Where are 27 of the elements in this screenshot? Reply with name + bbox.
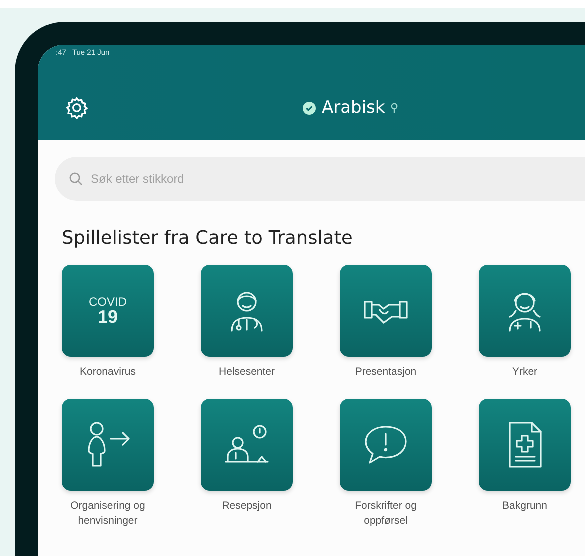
tile-label: Koronavirus — [78, 365, 138, 380]
check-circle-icon — [303, 102, 316, 114]
speech-bubble-icon — [363, 423, 409, 467]
section-title: Spillelister fra Care to Translate — [62, 228, 354, 249]
category-tile[interactable] — [201, 399, 293, 491]
category-tile[interactable] — [479, 399, 571, 491]
category-tile[interactable] — [340, 265, 432, 357]
tile-label: Presentasjon — [354, 365, 418, 380]
search-icon — [69, 172, 83, 186]
tile-label: Organisering og henvisninger — [70, 499, 146, 529]
category-tile[interactable] — [201, 265, 293, 357]
medical-document-icon — [507, 421, 543, 469]
person-arrow-icon — [85, 421, 131, 469]
category-tile[interactable] — [479, 265, 571, 357]
tile-label: Yrker — [511, 365, 539, 380]
category-tile[interactable] — [62, 399, 154, 491]
reception-icon — [224, 425, 270, 465]
category-tile[interactable] — [340, 399, 432, 491]
search-field[interactable]: Søk etter stikkord — [55, 157, 585, 201]
category-tile[interactable]: COVID 19 — [62, 265, 154, 357]
pin-icon — [391, 102, 398, 114]
tile-label: Forskrifter og oppførsel — [354, 499, 418, 529]
tile-label: Resepsjon — [221, 499, 273, 514]
tile-label: Bakgrunn — [502, 499, 548, 514]
language-selector[interactable]: Arabisk — [303, 98, 398, 118]
settings-icon[interactable] — [66, 97, 88, 119]
tile-label: Helsesenter — [218, 365, 276, 380]
